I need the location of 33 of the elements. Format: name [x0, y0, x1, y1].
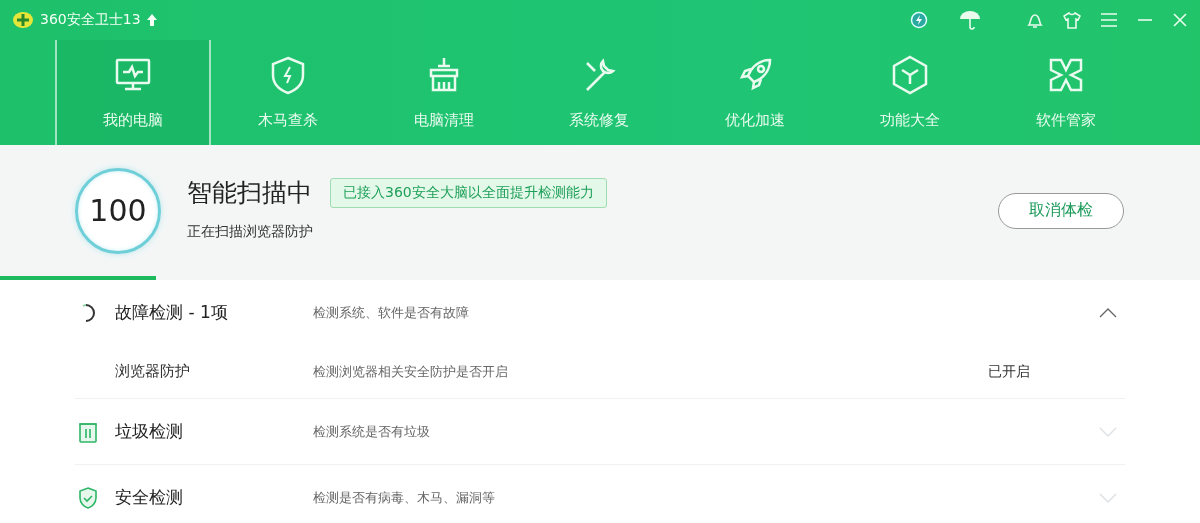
item-title: 浏览器防护: [115, 362, 191, 381]
nav-tab[interactable]: 系统修复: [521, 40, 677, 145]
scan-title: 智能扫描中: [187, 177, 312, 209]
nav-tab[interactable]: 软件管家: [988, 40, 1144, 145]
section-title: 垃圾检测: [115, 420, 184, 443]
upgrade-arrow-icon[interactable]: [146, 14, 157, 26]
umbrella-icon[interactable]: [959, 10, 981, 30]
trash-icon: [78, 420, 98, 443]
window-title: 360安全卫士13: [40, 11, 141, 29]
nav-tab[interactable]: 功能大全: [832, 40, 988, 145]
section-description: 检测系统、软件是否有故障: [313, 303, 470, 322]
section-title: 安全检测: [115, 486, 184, 509]
lightning-badge-icon[interactable]: [910, 11, 928, 29]
cancel-button[interactable]: 取消体检: [998, 192, 1124, 229]
info-tag: 已接入360安全大脑以全面提升检测能力: [330, 177, 607, 208]
shirt-icon[interactable]: [1063, 11, 1081, 29]
item-description: 检测浏览器相关安全防护是否开启: [313, 362, 509, 381]
nav-tab[interactable]: 电脑清理: [366, 40, 522, 145]
chevron-icon[interactable]: [1098, 307, 1118, 318]
nav-tab[interactable]: 木马查杀: [210, 40, 366, 145]
menu-icon[interactable]: [1100, 12, 1118, 28]
section-description: 检测是否有病毒、木马、漏洞等: [313, 488, 496, 507]
section-title: 故障检测 - 1项: [115, 301, 229, 324]
item-status: 已开启: [988, 362, 1031, 381]
logo-icon: [12, 11, 34, 29]
nav-tab[interactable]: 优化加速: [677, 40, 833, 145]
shield-check-icon: [78, 486, 98, 509]
section-description: 检测系统是否有垃圾: [313, 422, 431, 441]
score-ring: 100: [75, 167, 161, 254]
nav-tab[interactable]: 我的电脑: [55, 40, 211, 145]
close-icon[interactable]: [1172, 12, 1188, 28]
scan-status: 正在扫描浏览器防护: [187, 223, 314, 241]
bell-icon[interactable]: [1026, 11, 1044, 29]
